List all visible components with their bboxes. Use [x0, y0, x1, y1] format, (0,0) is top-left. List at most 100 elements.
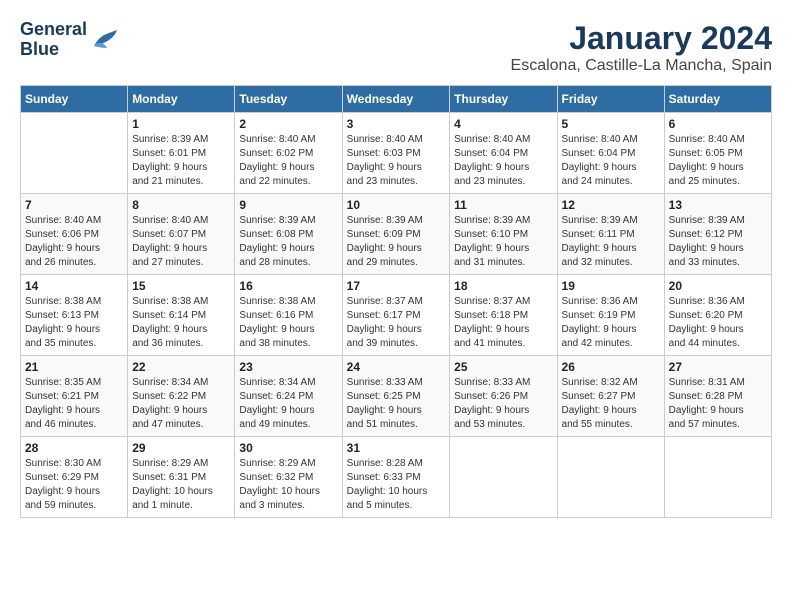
day-info: Sunrise: 8:40 AM Sunset: 6:05 PM Dayligh… [669, 133, 767, 189]
col-header-monday: Monday [128, 86, 235, 113]
day-info: Sunrise: 8:40 AM Sunset: 6:02 PM Dayligh… [239, 133, 337, 189]
day-info: Sunrise: 8:38 AM Sunset: 6:16 PM Dayligh… [239, 295, 337, 351]
day-number: 8 [132, 198, 230, 212]
day-number: 31 [347, 441, 446, 455]
calendar-cell: 3 Sunrise: 8:40 AM Sunset: 6:03 PM Daylig… [342, 113, 450, 194]
day-info: Sunrise: 8:29 AM Sunset: 6:31 PM Dayligh… [132, 457, 230, 513]
calendar-cell: 18Sunrise: 8:37 AM Sunset: 6:18 PM Dayli… [450, 275, 557, 356]
col-header-friday: Friday [557, 86, 664, 113]
calendar-cell: 23 Sunrise: 8:34 AM Sunset: 6:24 PM Dayli… [235, 356, 342, 437]
calendar-cell: 29 Sunrise: 8:29 AM Sunset: 6:31 PM Dayli… [128, 437, 235, 518]
calendar-week-row: 28Sunrise: 8:30 AM Sunset: 6:29 PM Dayli… [21, 437, 772, 518]
day-info: Sunrise: 8:40 AM Sunset: 6:03 PM Dayligh… [347, 133, 446, 189]
day-number: 2 [239, 117, 337, 131]
calendar-title: January 2024 [511, 20, 772, 57]
calendar-cell: 6 Sunrise: 8:40 AM Sunset: 6:05 PM Daylig… [664, 113, 771, 194]
day-info: Sunrise: 8:34 AM Sunset: 6:24 PM Dayligh… [239, 376, 337, 432]
day-number: 10 [347, 198, 446, 212]
day-number: 17 [347, 279, 446, 293]
calendar-cell: 31 Sunrise: 8:28 AM Sunset: 6:33 PM Dayli… [342, 437, 450, 518]
calendar-cell: 22 Sunrise: 8:34 AM Sunset: 6:22 PM Dayli… [128, 356, 235, 437]
day-number: 1 [132, 117, 230, 131]
col-header-sunday: Sunday [21, 86, 128, 113]
day-number: 6 [669, 117, 767, 131]
logo-text: GeneralBlue [20, 20, 87, 60]
day-info: Sunrise: 8:37 AM Sunset: 6:18 PM Dayligh… [454, 295, 552, 351]
day-info: Sunrise: 8:39 AM Sunset: 6:08 PM Dayligh… [239, 214, 337, 270]
calendar-cell: 27 Sunrise: 8:31 AM Sunset: 6:28 PM Dayli… [664, 356, 771, 437]
day-number: 19 [562, 279, 660, 293]
calendar-cell [664, 437, 771, 518]
day-info: Sunrise: 8:39 AM Sunset: 6:12 PM Dayligh… [669, 214, 767, 270]
day-info: Sunrise: 8:39 AM Sunset: 6:09 PM Dayligh… [347, 214, 446, 270]
day-info: Sunrise: 8:32 AM Sunset: 6:27 PM Dayligh… [562, 376, 660, 432]
calendar-cell: 15Sunrise: 8:38 AM Sunset: 6:14 PM Dayli… [128, 275, 235, 356]
col-header-tuesday: Tuesday [235, 86, 342, 113]
day-number: 14 [25, 279, 123, 293]
calendar-cell: 11Sunrise: 8:39 AM Sunset: 6:10 PM Dayli… [450, 194, 557, 275]
logo: GeneralBlue [20, 20, 119, 60]
calendar-cell [450, 437, 557, 518]
day-number: 7 [25, 198, 123, 212]
day-info: Sunrise: 8:38 AM Sunset: 6:14 PM Dayligh… [132, 295, 230, 351]
page-header: GeneralBlue January 2024 Escalona, Casti… [20, 20, 772, 75]
day-number: 12 [562, 198, 660, 212]
calendar-cell: 26 Sunrise: 8:32 AM Sunset: 6:27 PM Dayli… [557, 356, 664, 437]
col-header-saturday: Saturday [664, 86, 771, 113]
day-info: Sunrise: 8:30 AM Sunset: 6:29 PM Dayligh… [25, 457, 123, 513]
calendar-cell: 16 Sunrise: 8:38 AM Sunset: 6:16 PM Dayli… [235, 275, 342, 356]
calendar-cell: 19 Sunrise: 8:36 AM Sunset: 6:19 PM Dayli… [557, 275, 664, 356]
calendar-cell [21, 113, 128, 194]
calendar-cell: 5Sunrise: 8:40 AM Sunset: 6:04 PM Daylig… [557, 113, 664, 194]
day-number: 26 [562, 360, 660, 374]
day-info: Sunrise: 8:33 AM Sunset: 6:26 PM Dayligh… [454, 376, 552, 432]
day-info: Sunrise: 8:35 AM Sunset: 6:21 PM Dayligh… [25, 376, 123, 432]
day-info: Sunrise: 8:28 AM Sunset: 6:33 PM Dayligh… [347, 457, 446, 513]
day-info: Sunrise: 8:39 AM Sunset: 6:10 PM Dayligh… [454, 214, 552, 270]
day-info: Sunrise: 8:31 AM Sunset: 6:28 PM Dayligh… [669, 376, 767, 432]
day-info: Sunrise: 8:40 AM Sunset: 6:06 PM Dayligh… [25, 214, 123, 270]
calendar-cell: 20Sunrise: 8:36 AM Sunset: 6:20 PM Dayli… [664, 275, 771, 356]
day-number: 5 [562, 117, 660, 131]
calendar-cell: 1 Sunrise: 8:39 AM Sunset: 6:01 PM Daylig… [128, 113, 235, 194]
day-number: 23 [239, 360, 337, 374]
calendar-cell: 10 Sunrise: 8:39 AM Sunset: 6:09 PM Dayli… [342, 194, 450, 275]
calendar-cell: 28Sunrise: 8:30 AM Sunset: 6:29 PM Dayli… [21, 437, 128, 518]
day-info: Sunrise: 8:36 AM Sunset: 6:19 PM Dayligh… [562, 295, 660, 351]
day-number: 29 [132, 441, 230, 455]
day-number: 27 [669, 360, 767, 374]
day-info: Sunrise: 8:39 AM Sunset: 6:01 PM Dayligh… [132, 133, 230, 189]
day-info: Sunrise: 8:40 AM Sunset: 6:04 PM Dayligh… [454, 133, 552, 189]
day-number: 30 [239, 441, 337, 455]
day-number: 16 [239, 279, 337, 293]
day-info: Sunrise: 8:34 AM Sunset: 6:22 PM Dayligh… [132, 376, 230, 432]
title-block: January 2024 Escalona, Castille-La Manch… [511, 20, 772, 75]
calendar-cell: 17 Sunrise: 8:37 AM Sunset: 6:17 PM Dayli… [342, 275, 450, 356]
calendar-cell: 21Sunrise: 8:35 AM Sunset: 6:21 PM Dayli… [21, 356, 128, 437]
calendar-subtitle: Escalona, Castille-La Mancha, Spain [511, 57, 772, 75]
day-info: Sunrise: 8:40 AM Sunset: 6:07 PM Dayligh… [132, 214, 230, 270]
col-header-thursday: Thursday [450, 86, 557, 113]
day-number: 24 [347, 360, 446, 374]
day-info: Sunrise: 8:37 AM Sunset: 6:17 PM Dayligh… [347, 295, 446, 351]
day-info: Sunrise: 8:38 AM Sunset: 6:13 PM Dayligh… [25, 295, 123, 351]
calendar-cell: 12Sunrise: 8:39 AM Sunset: 6:11 PM Dayli… [557, 194, 664, 275]
calendar-body: 1 Sunrise: 8:39 AM Sunset: 6:01 PM Daylig… [21, 113, 772, 518]
calendar-cell: 9Sunrise: 8:39 AM Sunset: 6:08 PM Daylig… [235, 194, 342, 275]
calendar-week-row: 14 Sunrise: 8:38 AM Sunset: 6:13 PM Dayli… [21, 275, 772, 356]
col-header-wednesday: Wednesday [342, 86, 450, 113]
calendar-cell [557, 437, 664, 518]
day-number: 22 [132, 360, 230, 374]
day-info: Sunrise: 8:33 AM Sunset: 6:25 PM Dayligh… [347, 376, 446, 432]
day-number: 3 [347, 117, 446, 131]
day-info: Sunrise: 8:29 AM Sunset: 6:32 PM Dayligh… [239, 457, 337, 513]
calendar-cell: 25Sunrise: 8:33 AM Sunset: 6:26 PM Dayli… [450, 356, 557, 437]
day-info: Sunrise: 8:36 AM Sunset: 6:20 PM Dayligh… [669, 295, 767, 351]
calendar-cell: 24 Sunrise: 8:33 AM Sunset: 6:25 PM Dayli… [342, 356, 450, 437]
calendar-cell: 7 Sunrise: 8:40 AM Sunset: 6:06 PM Daylig… [21, 194, 128, 275]
calendar-week-row: 1 Sunrise: 8:39 AM Sunset: 6:01 PM Daylig… [21, 113, 772, 194]
calendar-week-row: 21Sunrise: 8:35 AM Sunset: 6:21 PM Dayli… [21, 356, 772, 437]
day-number: 4 [454, 117, 552, 131]
day-number: 13 [669, 198, 767, 212]
logo-bird-icon [89, 28, 119, 52]
